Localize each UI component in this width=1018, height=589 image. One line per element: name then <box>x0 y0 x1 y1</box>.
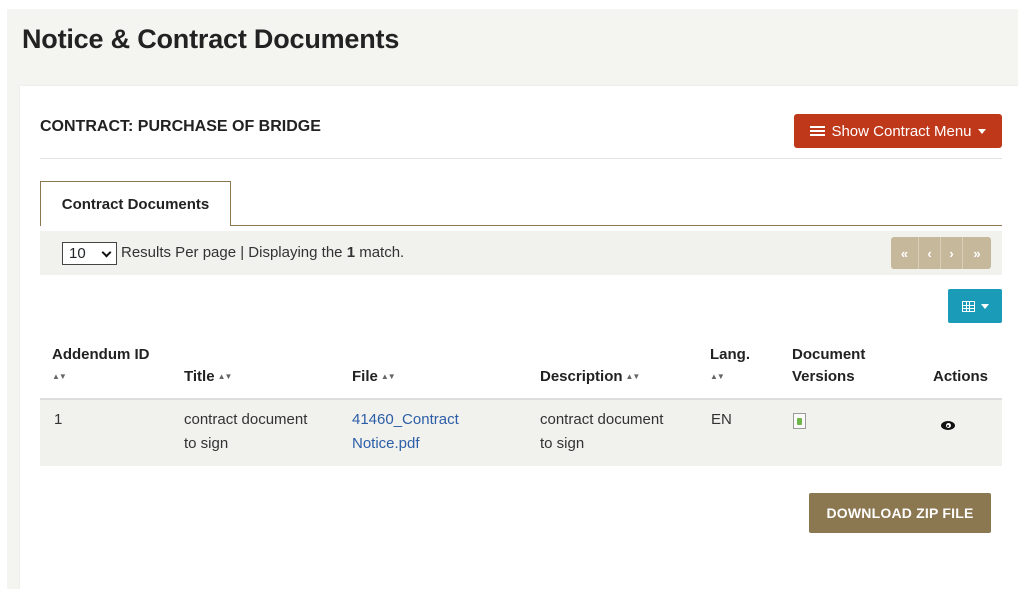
per-page-value: 10 <box>69 245 86 262</box>
last-page-button[interactable]: » <box>963 237 991 269</box>
col-header-title-label: Title <box>184 368 215 385</box>
first-page-button[interactable]: « <box>891 237 919 269</box>
cell-title-line2: to sign <box>184 435 229 452</box>
col-header-lang[interactable]: Lang. ▲▼ <box>710 344 750 388</box>
col-header-document-versions: Document Versions <box>792 344 865 388</box>
chevron-down-icon <box>101 247 112 258</box>
results-text-suffix: match. <box>355 244 405 261</box>
col-header-actions: Actions <box>933 368 989 385</box>
col-header-versions-line1: Document <box>792 346 866 363</box>
contract-label: CONTRACT: <box>40 118 134 135</box>
sort-icon[interactable]: ▲▼ <box>626 366 641 388</box>
tab-label: Contract Documents <box>61 195 210 213</box>
contract-heading: CONTRACT: PURCHASE OF BRIDGE <box>40 118 321 136</box>
next-page-button[interactable]: › <box>941 237 963 269</box>
sort-icon[interactable]: ▲▼ <box>710 366 725 388</box>
cell-title: contract document to sign <box>184 408 307 456</box>
file-link-line1: 41460_Contract <box>352 411 459 428</box>
results-summary: Results Per page | Displaying the 1 matc… <box>121 244 404 261</box>
col-header-versions-line2: Versions <box>792 368 855 385</box>
tab-contract-documents[interactable]: Contract Documents <box>40 181 231 226</box>
grid-icon <box>961 300 975 312</box>
col-header-title[interactable]: Title ▲▼ <box>184 366 233 388</box>
file-link[interactable]: 41460_Contract Notice.pdf <box>352 408 459 456</box>
eye-icon[interactable] <box>941 421 955 430</box>
show-contract-menu-label: Show Contract Menu <box>831 122 972 140</box>
cell-title-line1: contract document <box>184 411 308 428</box>
results-count: 1 <box>346 244 356 261</box>
col-header-description[interactable]: Description ▲▼ <box>540 366 641 388</box>
prev-page-button[interactable]: ‹ <box>919 237 941 269</box>
cell-description: contract document to sign <box>540 408 663 456</box>
col-header-addendum-id[interactable]: Addendum ID ▲▼ <box>52 344 150 388</box>
cell-description-line2: to sign <box>540 435 585 452</box>
file-link-line2: Notice.pdf <box>352 435 420 452</box>
document-icon[interactable] <box>793 413 806 429</box>
cell-addendum-id: 1 <box>54 411 63 428</box>
cell-description-line1: contract document <box>540 411 664 428</box>
col-header-addendum-id-label: Addendum ID <box>52 346 150 363</box>
per-page-select[interactable]: 10 <box>62 242 117 265</box>
column-toggle-button[interactable] <box>948 289 1002 323</box>
sort-icon[interactable]: ▲▼ <box>381 366 396 388</box>
col-header-file[interactable]: File ▲▼ <box>352 366 396 388</box>
cell-lang: EN <box>711 411 732 428</box>
caret-down-icon <box>977 128 986 134</box>
col-header-lang-label: Lang. <box>710 346 750 363</box>
sort-icon[interactable]: ▲▼ <box>52 366 67 388</box>
col-header-file-label: File <box>352 368 378 385</box>
show-contract-menu-button[interactable]: Show Contract Menu <box>794 114 1002 148</box>
divider <box>40 158 1002 159</box>
download-zip-button[interactable]: DOWNLOAD ZIP FILE <box>809 493 991 533</box>
contract-name: PURCHASE OF BRIDGE <box>137 118 321 135</box>
list-icon <box>810 126 826 136</box>
results-text-prefix: Results Per page | Displaying the <box>121 244 347 261</box>
caret-down-icon <box>980 303 989 309</box>
page-title: Notice & Contract Documents <box>22 24 400 54</box>
col-header-description-label: Description <box>540 368 623 385</box>
pagination: « ‹ › » <box>891 237 991 269</box>
sort-icon[interactable]: ▲▼ <box>218 366 233 388</box>
